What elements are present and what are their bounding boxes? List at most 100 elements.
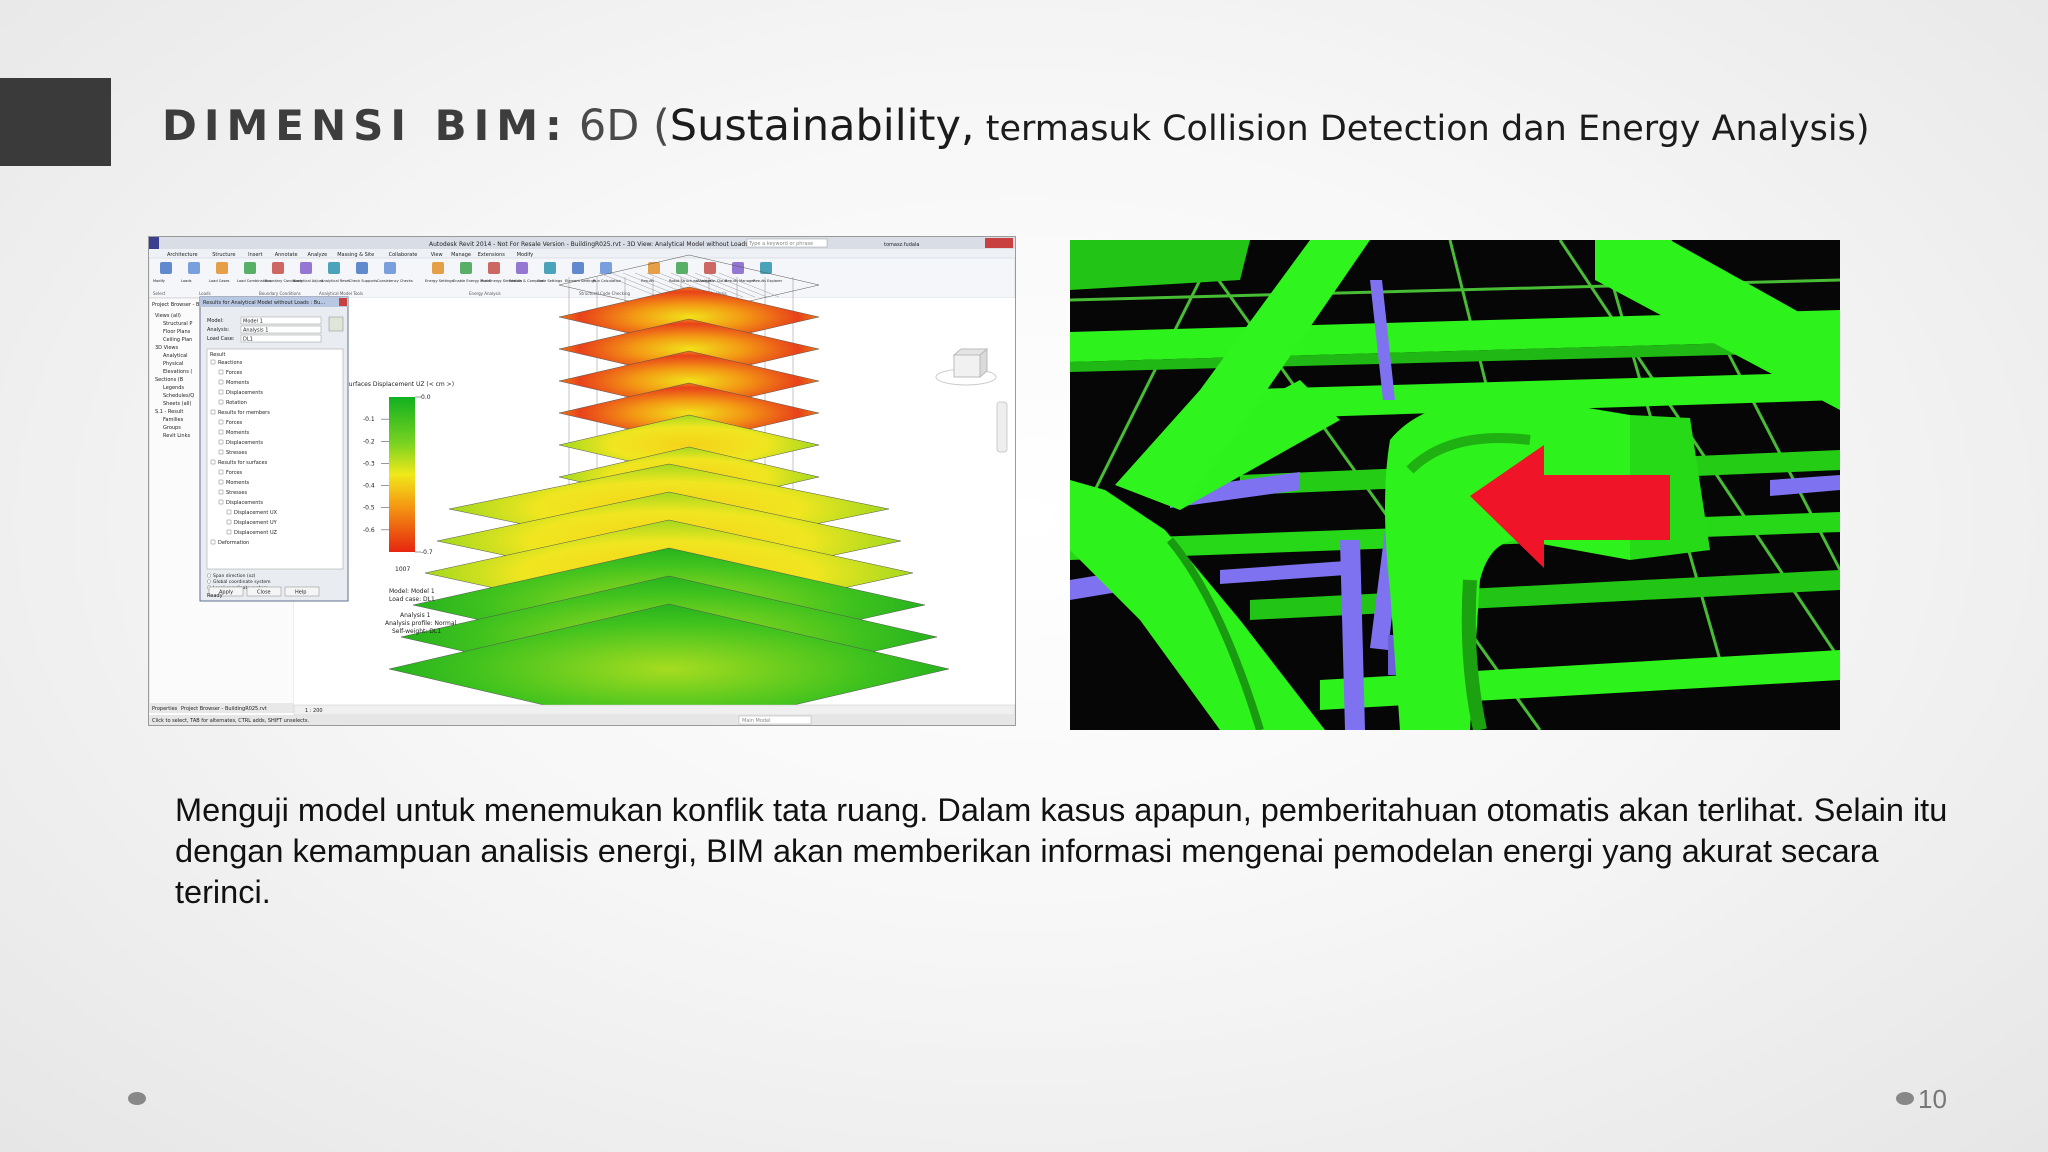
option-label: Global coordinate system	[213, 579, 271, 585]
tree-checkbox[interactable]	[218, 479, 224, 485]
ribbon-button-icon[interactable]	[600, 262, 612, 274]
tree-checkbox[interactable]	[226, 519, 232, 525]
tree-checkbox[interactable]	[218, 429, 224, 435]
browser-item[interactable]: Families	[163, 417, 184, 423]
tree-checkbox[interactable]	[218, 379, 224, 385]
menu-tab[interactable]: Manage	[451, 252, 471, 258]
menu-tab[interactable]: Collaborate	[389, 252, 418, 258]
ribbon-button-icon[interactable]	[460, 262, 472, 274]
dialog-title: Results for Analytical Model without Loa…	[203, 300, 325, 306]
ribbon-group-label: Boundary Conditions	[259, 291, 301, 296]
ribbon-group-label: Select	[153, 291, 166, 296]
legend-analysis: Analysis 1	[400, 612, 431, 619]
menu-tab[interactable]: Annotate	[275, 252, 298, 258]
ribbon-button-icon[interactable]	[760, 262, 772, 274]
ribbon-button-label: Modify	[153, 279, 166, 283]
ribbon-button-icon[interactable]	[188, 262, 200, 274]
ribbon-button-icon[interactable]	[300, 262, 312, 274]
view-control-bar	[293, 704, 1015, 716]
tree-checkbox[interactable]	[210, 539, 216, 545]
dialog-field-select[interactable]	[240, 334, 322, 343]
browser-item[interactable]: Floor Plans	[163, 329, 191, 335]
menu-tab[interactable]: Architecture	[167, 252, 198, 258]
ribbon-button-icon[interactable]	[432, 262, 444, 274]
tree-item: Stresses	[226, 450, 247, 456]
nav-bar[interactable]	[996, 401, 1008, 453]
tree-checkbox[interactable]	[210, 409, 216, 415]
legend-count: 1007	[395, 566, 410, 573]
tree-checkbox[interactable]	[226, 529, 232, 535]
browser-item[interactable]: Structural P	[163, 321, 192, 327]
browser-item[interactable]: Groups	[163, 425, 181, 431]
ribbon-button-icon[interactable]	[244, 262, 256, 274]
menu-tab[interactable]: View	[431, 252, 443, 258]
ribbon-button-icon[interactable]	[544, 262, 556, 274]
tree-checkbox[interactable]	[226, 509, 232, 515]
ribbon-button-icon[interactable]	[732, 262, 744, 274]
menu-tab[interactable]: Massing & Site	[337, 252, 374, 258]
browser-item[interactable]: Legends	[163, 385, 184, 391]
ribbon-button-icon[interactable]	[328, 262, 340, 274]
ribbon-button-icon[interactable]	[704, 262, 716, 274]
menu-tab[interactable]: Extensions	[478, 252, 506, 258]
ribbon-button-icon[interactable]	[384, 262, 396, 274]
browser-item[interactable]: Revit Links	[163, 433, 190, 439]
dialog-refresh-icon[interactable]	[328, 316, 344, 332]
tree-checkbox[interactable]	[218, 439, 224, 445]
dialog-close-icon[interactable]	[339, 298, 347, 306]
tree-checkbox[interactable]	[218, 399, 224, 405]
tree-checkbox[interactable]	[218, 389, 224, 395]
legend-tick-label: -0.5	[363, 505, 375, 512]
view-scale[interactable]: 1 : 200	[305, 708, 323, 714]
browser-item[interactable]: Analytical	[163, 353, 188, 359]
browser-item[interactable]: Elevations (	[163, 369, 192, 375]
ribbon-button-label: Analytical Reset	[321, 279, 350, 283]
ribbon-button-icon[interactable]	[272, 262, 284, 274]
browser-item[interactable]: Views (all)	[155, 313, 181, 319]
revit-browser-tab-project[interactable]: Project Browser - BuildingR025.rvt	[181, 706, 267, 712]
browser-item[interactable]: Sheets (all)	[163, 401, 191, 407]
main-model-label: Main Model	[742, 718, 771, 724]
revit-window-controls[interactable]	[985, 238, 1013, 248]
tree-checkbox[interactable]	[210, 359, 216, 365]
ribbon-button-icon[interactable]	[676, 262, 688, 274]
menu-tab[interactable]: Modify	[517, 252, 534, 258]
browser-item[interactable]: Ceiling Plan	[163, 337, 192, 343]
option-radio[interactable]	[207, 573, 212, 578]
menu-tab[interactable]: Analyze	[308, 252, 328, 258]
title-bold: DIMENSI BIM:	[162, 101, 569, 150]
browser-item[interactable]: S.1 - Result	[155, 409, 183, 415]
tree-checkbox[interactable]	[218, 449, 224, 455]
ribbon-button-icon[interactable]	[160, 262, 172, 274]
browser-item[interactable]: Sections (B	[155, 377, 184, 383]
tree-item: Moments	[226, 430, 249, 436]
tree-item: Displacement UZ	[234, 530, 278, 536]
browser-item[interactable]: Schedules/Q	[163, 393, 194, 399]
tree-checkbox[interactable]	[218, 469, 224, 475]
tree-checkbox[interactable]	[210, 459, 216, 465]
page-number: 10	[1918, 1084, 1947, 1114]
revit-browser-tab-properties[interactable]: Properties	[152, 706, 178, 712]
collision-detection-screenshot	[1070, 240, 1840, 730]
menu-tab[interactable]: Structure	[212, 252, 235, 258]
browser-item[interactable]: Physical	[163, 361, 183, 367]
menu-tab[interactable]: Insert	[248, 252, 262, 258]
footer-bullet-left	[128, 1092, 146, 1105]
ribbon-button-icon[interactable]	[216, 262, 228, 274]
tree-checkbox[interactable]	[218, 369, 224, 375]
tree-checkbox[interactable]	[218, 489, 224, 495]
browser-item[interactable]: 3D Views	[155, 345, 178, 351]
dialog-field-value: DL1	[243, 337, 253, 343]
tree-checkbox[interactable]	[218, 419, 224, 425]
ribbon-button-icon[interactable]	[572, 262, 584, 274]
tree-checkbox[interactable]	[218, 499, 224, 505]
dialog-button-label: Close	[257, 590, 271, 596]
option-radio[interactable]	[207, 579, 212, 584]
ribbon-button-icon[interactable]	[516, 262, 528, 274]
legend-tick-label: -0.1	[363, 416, 375, 423]
ribbon-button-icon[interactable]	[356, 262, 368, 274]
tree-item: Displacements	[226, 390, 263, 396]
ribbon-button-icon[interactable]	[488, 262, 500, 274]
results-dialog: Results for Analytical Model without Loa…	[199, 296, 349, 602]
footer-bullet-right	[1896, 1092, 1914, 1105]
